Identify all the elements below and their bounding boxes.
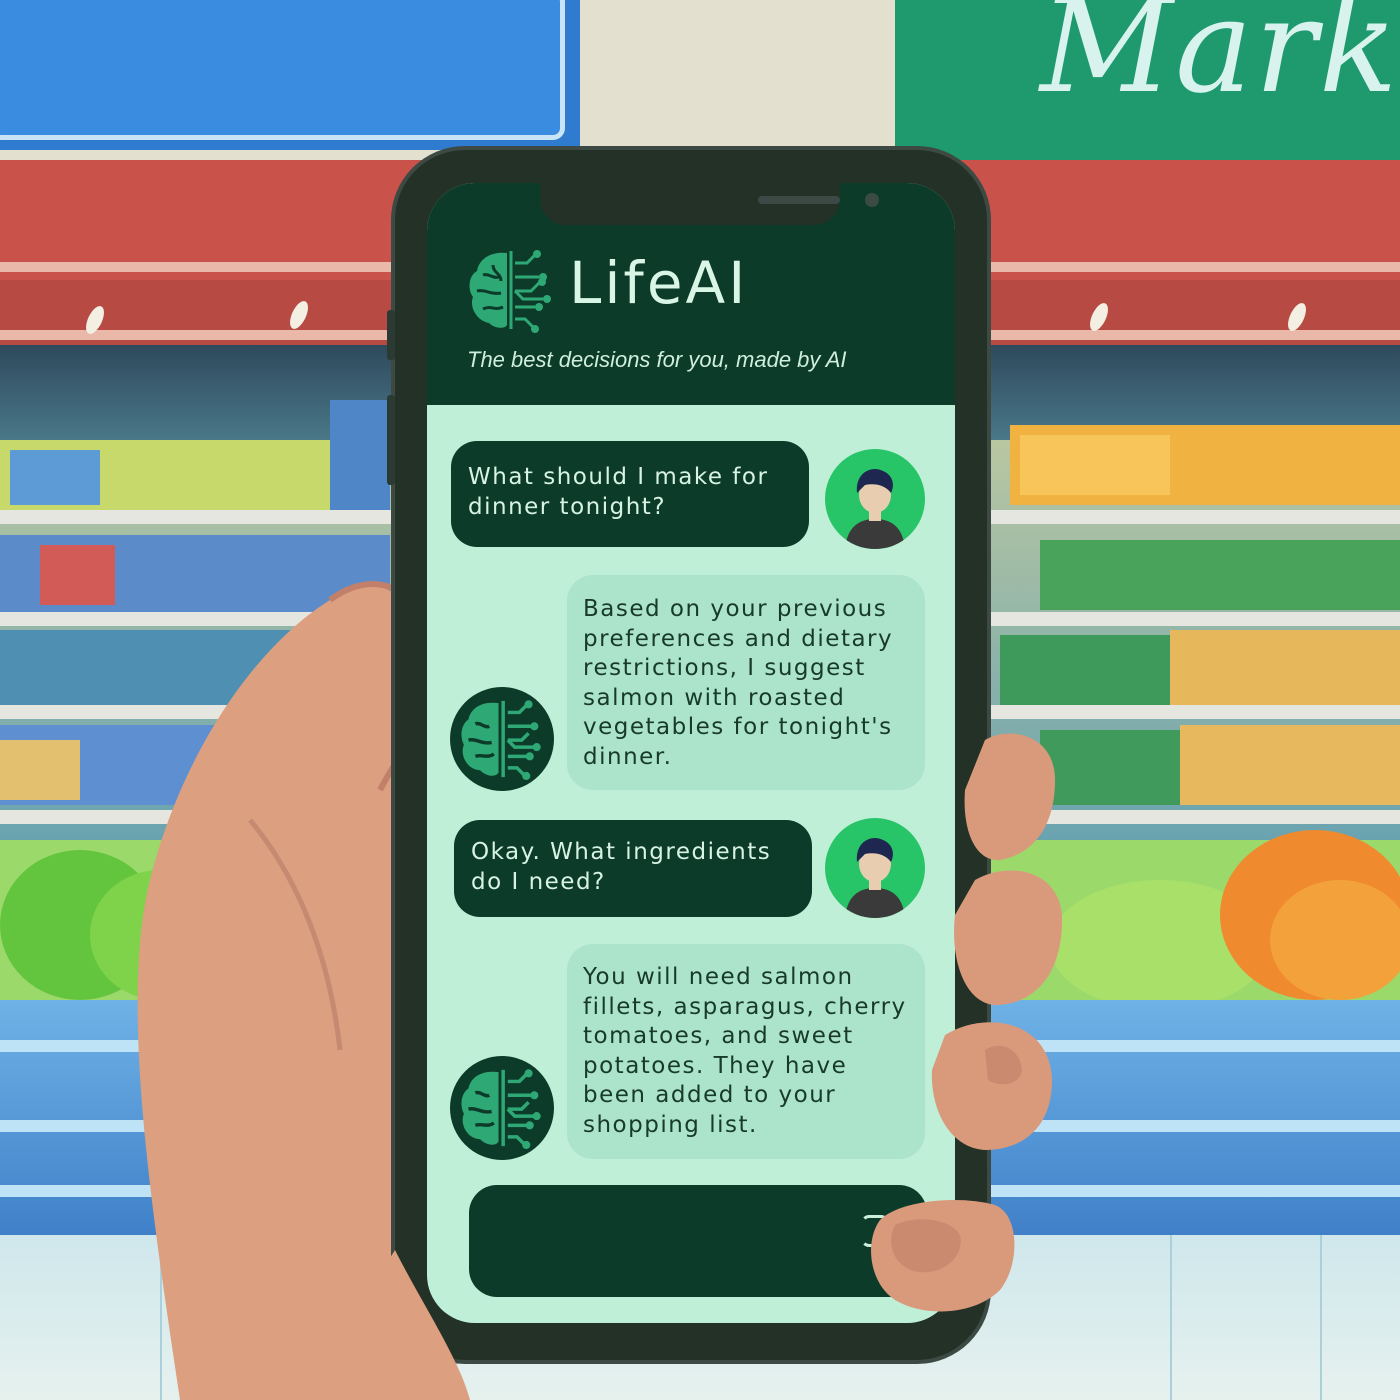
message-text: You will need salmon fillets, asparagus,…: [583, 964, 907, 1138]
speaker-grille: [758, 196, 840, 204]
brain-circuit-icon: [469, 250, 551, 333]
app-screen: LifeAI The best decisions for you, made …: [427, 183, 955, 1323]
app-title: LifeAI: [569, 249, 749, 317]
message-text: What should I make for dinner tonight?: [468, 464, 769, 520]
ai-message-bubble: You will need salmon fillets, asparagus,…: [567, 944, 925, 1159]
message-input[interactable]: [469, 1185, 927, 1297]
phone-side-button: [387, 310, 395, 360]
user-message-bubble: What should I make for dinner tonight?: [451, 441, 809, 547]
user-message-bubble: Okay. What ingredients do I need?: [454, 820, 812, 917]
brain-circuit-icon: [461, 700, 541, 781]
brain-circuit-icon: [461, 1069, 541, 1150]
send-icon[interactable]: [861, 1215, 889, 1247]
phone-volume-button: [387, 395, 395, 485]
message-text: Okay. What ingredients do I need?: [471, 839, 772, 895]
user-avatar-icon: [825, 818, 925, 918]
phone-notch: [540, 183, 879, 225]
user-avatar-icon: [825, 449, 925, 549]
app-tagline: The best decisions for you, made by AI: [467, 347, 847, 372]
front-camera: [865, 193, 879, 207]
ai-avatar: [450, 1056, 554, 1160]
ai-avatar: [450, 687, 554, 791]
ai-message-bubble: Based on your previous preferences and d…: [567, 575, 925, 790]
message-text: Based on your previous preferences and d…: [583, 596, 894, 770]
